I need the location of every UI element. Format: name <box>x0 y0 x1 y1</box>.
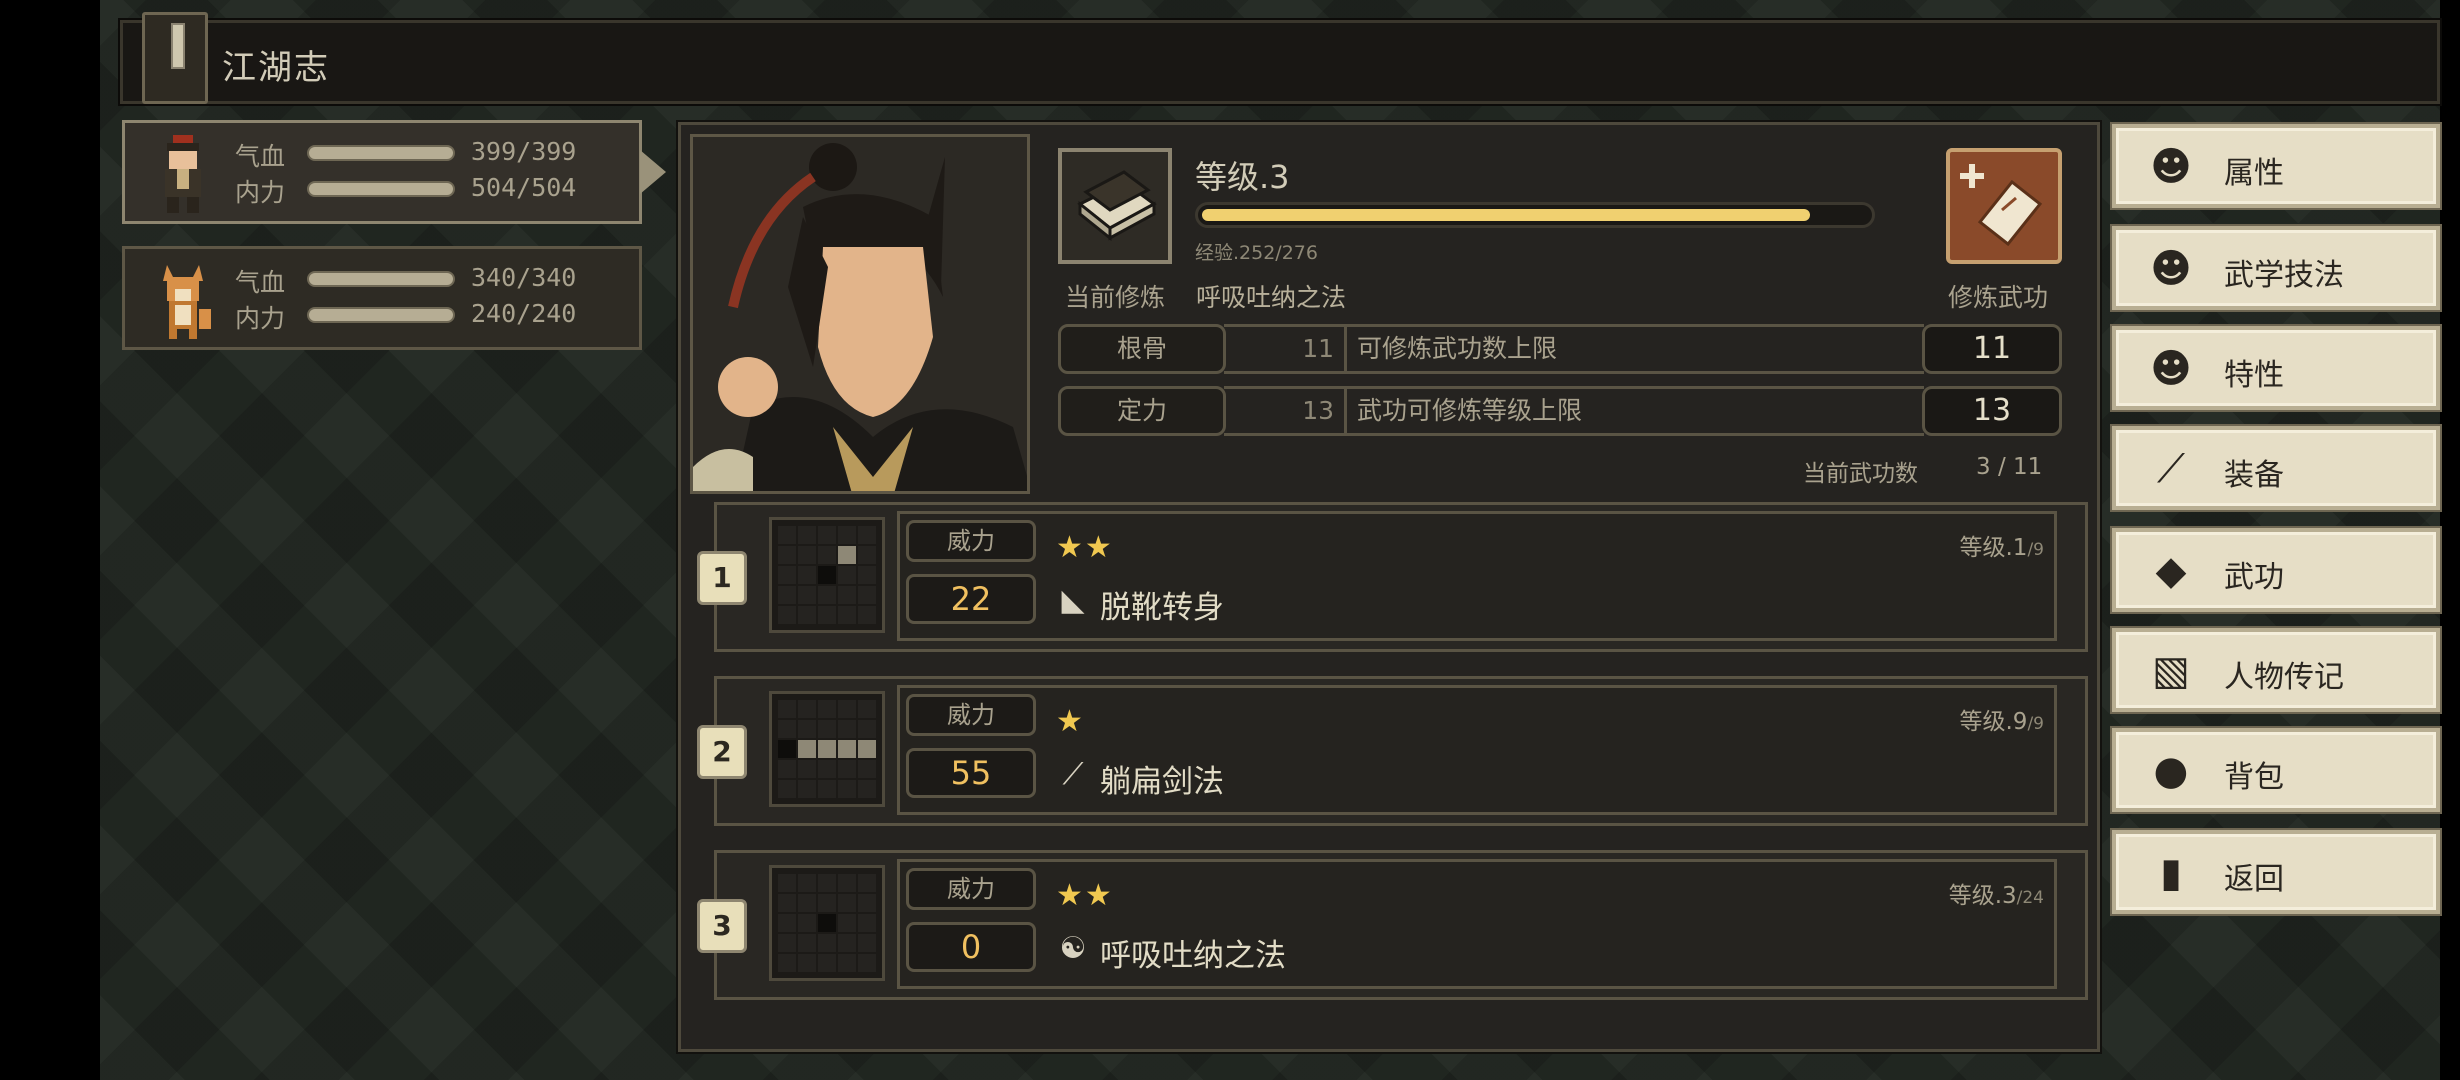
door-icon: ▮ <box>2159 850 2182 896</box>
skill-body: 威力 55 ★ ⟋ 躺扁剑法 等级.9/9 <box>897 685 2057 815</box>
selected-arrow-icon <box>640 150 666 194</box>
skill-count-label: 当前武功数 <box>1803 461 1918 487</box>
skill-name: 躺扁剑法 <box>1100 764 1224 800</box>
attribute-row-rootbone: 根骨 11 可修炼武功数上限 11 <box>1058 324 2062 374</box>
person-icon: ☻ <box>2150 144 2192 190</box>
party-member-card-2[interactable]: 气血 340/340 内力 240/240 <box>122 246 642 350</box>
skill-stars: ★ <box>1056 704 1085 739</box>
menu-biography-button[interactable]: ▧ 人物传记 <box>2110 626 2442 714</box>
trait-person-icon: ☻ <box>2150 346 2192 392</box>
skill-level: 等级.9/9 <box>1959 709 2045 735</box>
sword-icon: ⟋ <box>1062 757 1084 792</box>
mp-bar <box>307 307 455 323</box>
menu-traits-button[interactable]: ☻ 特性 <box>2110 324 2442 412</box>
menu-label: 属性 <box>2224 156 2284 191</box>
skill-stars: ★★ <box>1056 530 1114 565</box>
sword-icon: ⟋ <box>2157 446 2185 492</box>
hp-value: 399/399 <box>471 137 577 166</box>
menu-label: 武学技法 <box>2224 258 2344 293</box>
menu-label: 特性 <box>2224 358 2284 393</box>
skill-body: 威力 0 ★★ ☯ 呼吸吐纳之法 等级.3/24 <box>897 859 2057 989</box>
skill-name: 呼吸吐纳之法 <box>1100 938 1286 974</box>
power-value: 22 <box>906 574 1036 624</box>
power-label: 威力 <box>906 694 1036 736</box>
mp-label: 内力 <box>235 304 286 333</box>
skill-pattern-grid <box>769 517 885 633</box>
scroll-icon: ▧ <box>2152 648 2190 694</box>
skill-level: 等级.3 <box>1195 158 1290 196</box>
menu-label: 人物传记 <box>2224 660 2344 695</box>
menu-attributes-button[interactable]: ☻ 属性 <box>2110 122 2442 210</box>
skill-card-2[interactable]: 2 威力 55 ★ ⟋ 躺扁剑法 等级.9/9 <box>697 676 2088 826</box>
menu-label: 背包 <box>2224 760 2284 795</box>
skill-card-1[interactable]: 1 威力 22 ★★ ◣ 脱靴转身 等级.1/9 <box>697 502 2088 652</box>
menu-techniques-button[interactable]: ☻ 武学技法 <box>2110 224 2442 312</box>
party-member-card-1[interactable]: 气血 399/399 内力 504/504 <box>122 120 642 224</box>
skill-slot-number: 2 <box>697 725 747 779</box>
skill-pattern-grid <box>769 691 885 807</box>
page-title: 江湖志 <box>222 48 330 88</box>
mp-value: 240/240 <box>471 299 577 328</box>
attribute-desc: 可修炼武功数上限 <box>1344 324 1924 374</box>
skill-body: 威力 22 ★★ ◣ 脱靴转身 等级.1/9 <box>897 511 2057 641</box>
power-label: 威力 <box>906 520 1036 562</box>
menu-bag-button[interactable]: ● 背包 <box>2110 726 2442 814</box>
current-practice-value: 呼吸吐纳之法 <box>1196 283 1347 312</box>
train-book-icon <box>1960 164 2043 247</box>
bag-icon: ● <box>2153 748 2189 794</box>
menu-equipment-button[interactable]: ⟋ 装备 <box>2110 424 2442 512</box>
menu-label: 装备 <box>2224 458 2284 493</box>
character-portrait <box>690 134 1030 494</box>
skill-name: 脱靴转身 <box>1100 590 1224 626</box>
menu-label: 返回 <box>2224 862 2284 897</box>
hp-value: 340/340 <box>471 263 577 292</box>
skill-slot-number: 1 <box>697 551 747 605</box>
attribute-value: 13 <box>1224 386 1344 436</box>
boot-icon: ◣ <box>1061 583 1085 618</box>
skill-stars: ★★ <box>1056 878 1114 913</box>
menu-label: 武功 <box>2224 560 2284 595</box>
exp-text: 经验.252/276 <box>1195 242 1318 264</box>
screen-letterbox-right <box>2440 0 2460 1080</box>
current-practice-label: 当前修炼 <box>1065 283 1166 312</box>
yin-yang-icon: ☯ <box>1059 931 1087 966</box>
mp-bar <box>307 181 455 197</box>
mp-label: 内力 <box>235 178 286 207</box>
skill-pattern-grid <box>769 865 885 981</box>
hp-bar <box>307 271 455 287</box>
hp-bar <box>307 145 455 161</box>
exp-bar-fill <box>1202 209 1810 221</box>
attribute-desc: 武功可修炼等级上限 <box>1344 386 1924 436</box>
hero-avatar <box>165 135 201 213</box>
attribute-value: 11 <box>1224 324 1344 374</box>
title-bar <box>118 18 2442 106</box>
power-value: 55 <box>906 748 1036 798</box>
train-skill-button[interactable] <box>1946 148 2062 264</box>
hp-label: 气血 <box>235 268 286 297</box>
exp-bar <box>1195 202 1875 228</box>
menu-back-button[interactable]: ▮ 返回 <box>2110 828 2442 916</box>
attribute-name: 定力 <box>1058 386 1226 436</box>
attribute-limit: 11 <box>1922 324 2062 374</box>
attribute-name: 根骨 <box>1058 324 1226 374</box>
book-icon <box>142 12 208 104</box>
mp-value: 504/504 <box>471 173 577 202</box>
book-icon: ◆ <box>2155 548 2187 594</box>
power-label: 威力 <box>906 868 1036 910</box>
skill-level: 等级.1/9 <box>1959 535 2045 561</box>
menu-martial-arts-button[interactable]: ◆ 武功 <box>2110 526 2442 614</box>
power-value: 0 <box>906 922 1036 972</box>
skill-card-3[interactable]: 3 威力 0 ★★ ☯ 呼吸吐纳之法 等级.3/24 <box>697 850 2088 1000</box>
attribute-limit: 13 <box>1922 386 2062 436</box>
skill-person-icon: ☻ <box>2150 246 2192 292</box>
train-skill-label: 修炼武功 <box>1948 283 2049 312</box>
skill-slot-number: 3 <box>697 899 747 953</box>
skill-level: 等级.3/24 <box>1948 883 2044 909</box>
screen-letterbox-left <box>0 0 100 1080</box>
skill-count-value: 3 / 11 <box>1976 454 2043 480</box>
practice-book-icon <box>1058 148 1172 264</box>
attribute-row-focus: 定力 13 武功可修炼等级上限 13 <box>1058 386 2062 436</box>
fox-companion-avatar <box>163 265 211 339</box>
hp-label: 气血 <box>235 142 286 171</box>
